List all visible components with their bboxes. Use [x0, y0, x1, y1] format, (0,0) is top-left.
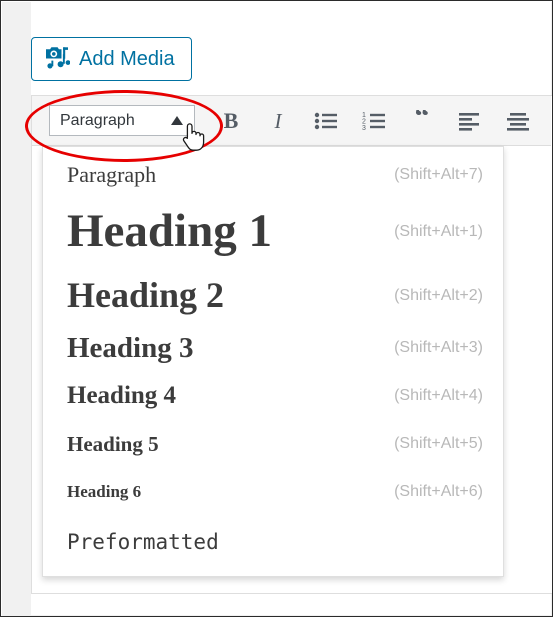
menu-item-shortcut: (Shift+Alt+5) — [394, 435, 483, 452]
camera-music-icon — [45, 45, 71, 74]
menu-item-shortcut: (Shift+Alt+4) — [394, 387, 483, 404]
blockquote-button[interactable]: “ — [407, 106, 437, 136]
format-select-value: Paragraph — [60, 111, 135, 129]
menu-item-label: Paragraph — [67, 161, 157, 187]
screenshot-root: Add Media Paragraph B I 1 2 3 “ Paragrap… — [0, 0, 553, 617]
menu-item-shortcut: (Shift+Alt+6) — [394, 483, 483, 500]
svg-text:I: I — [274, 110, 283, 132]
editor-toolbar: Paragraph B I 1 2 3 “ — [32, 96, 551, 146]
align-center-icon — [507, 112, 530, 131]
menu-item-label: Heading 3 — [67, 331, 194, 364]
menu-item-heading-6[interactable]: Heading 6 (Shift+Alt+6) — [43, 468, 503, 516]
menu-item-heading-3[interactable]: Heading 3 (Shift+Alt+3) — [43, 324, 503, 372]
menu-item-label: Heading 2 — [67, 275, 225, 316]
numbered-list-icon: 1 2 3 — [362, 112, 385, 131]
italic-icon: I — [274, 110, 283, 132]
bulleted-list-button[interactable] — [311, 106, 341, 136]
menu-item-label: Heading 6 — [67, 482, 142, 502]
menu-item-heading-4[interactable]: Heading 4 (Shift+Alt+4) — [43, 372, 503, 420]
numbered-list-button[interactable]: 1 2 3 — [359, 106, 389, 136]
bold-button[interactable]: B — [216, 106, 246, 136]
menu-item-label: Preformatted — [67, 529, 219, 554]
svg-text:“: “ — [415, 110, 430, 132]
menu-item-shortcut: (Shift+Alt+3) — [394, 339, 483, 356]
bold-icon: B — [223, 110, 238, 132]
add-media-button[interactable]: Add Media — [31, 37, 192, 81]
menu-item-heading-5[interactable]: Heading 5 (Shift+Alt+5) — [43, 420, 503, 468]
align-left-icon — [459, 112, 480, 131]
menu-item-paragraph[interactable]: Paragraph (Shift+Alt+7) — [43, 153, 503, 196]
menu-item-shortcut: (Shift+Alt+2) — [394, 287, 483, 304]
italic-button[interactable]: I — [264, 106, 294, 136]
menu-item-heading-2[interactable]: Heading 2 (Shift+Alt+2) — [43, 268, 503, 324]
svg-text:B: B — [223, 110, 238, 132]
menu-item-shortcut: (Shift+Alt+1) — [394, 223, 483, 240]
add-media-label: Add Media — [79, 48, 175, 70]
align-left-button[interactable] — [455, 106, 485, 136]
caret-up-icon — [170, 116, 183, 125]
svg-text:3: 3 — [362, 125, 366, 131]
menu-item-label: Heading 5 — [67, 431, 159, 456]
format-select[interactable]: Paragraph — [49, 105, 195, 136]
menu-item-preformatted[interactable]: Preformatted — [43, 516, 503, 568]
format-dropdown-menu: Paragraph (Shift+Alt+7) Heading 1 (Shift… — [42, 146, 504, 577]
menu-item-label: Heading 1 — [67, 205, 273, 258]
blockquote-icon: “ — [415, 110, 430, 132]
menu-item-heading-1[interactable]: Heading 1 (Shift+Alt+1) — [43, 196, 503, 268]
bulleted-list-icon — [315, 112, 338, 129]
menu-item-label: Heading 4 — [67, 381, 177, 409]
align-center-button[interactable] — [503, 106, 533, 136]
menu-item-shortcut: (Shift+Alt+7) — [394, 165, 483, 183]
